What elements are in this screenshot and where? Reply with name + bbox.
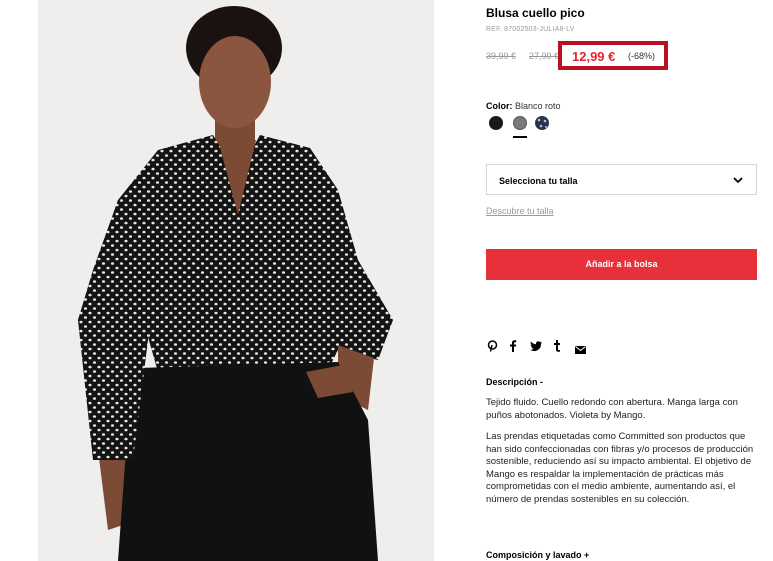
- swatch-navy-print[interactable]: [535, 116, 549, 130]
- facebook-icon[interactable]: [509, 339, 517, 357]
- size-select-label: Selecciona tu talla: [499, 176, 578, 186]
- size-select[interactable]: Selecciona tu talla: [486, 164, 757, 195]
- discount-badge: (-68%): [628, 51, 656, 61]
- chevron-down-icon: [733, 177, 743, 184]
- original-price: 39,99 €: [486, 51, 517, 61]
- color-selector-label: Color: Blanco roto: [486, 101, 561, 111]
- pinterest-icon[interactable]: [487, 339, 498, 357]
- color-swatches: [489, 116, 569, 140]
- size-guide-link[interactable]: Descubre tu talla: [486, 206, 554, 216]
- current-price: 12,99 €: [572, 49, 616, 64]
- product-reference: REF. 87002503-JULIA8-LV: [486, 26, 575, 33]
- swatch-grey[interactable]: [513, 116, 527, 130]
- product-image[interactable]: [38, 0, 434, 561]
- swatch-pattern-icon: [537, 118, 547, 128]
- tumblr-icon[interactable]: [553, 339, 560, 357]
- product-title: Blusa cuello pico: [486, 6, 585, 20]
- description-toggle[interactable]: Descripción -: [486, 377, 543, 387]
- product-photo-illustration: [38, 0, 434, 561]
- swatch-black[interactable]: [489, 116, 503, 130]
- current-price-highlight: 12,99 € (-68%): [558, 41, 668, 70]
- twitter-icon[interactable]: [530, 339, 542, 357]
- color-value: Blanco roto: [515, 101, 561, 111]
- add-to-bag-button[interactable]: Añadir a la bolsa: [486, 249, 757, 280]
- sustainability-text: Las prendas etiquetadas como Committed s…: [486, 431, 754, 505]
- description-text: Tejido fluido. Cuello redondo con abertu…: [486, 397, 738, 421]
- color-label: Color:: [486, 101, 513, 111]
- share-icons: [487, 339, 597, 354]
- selected-swatch-indicator: [513, 136, 527, 138]
- email-icon[interactable]: [575, 341, 586, 359]
- previous-price: 27,99 €: [529, 51, 560, 61]
- composition-toggle[interactable]: Composición y lavado +: [486, 550, 589, 560]
